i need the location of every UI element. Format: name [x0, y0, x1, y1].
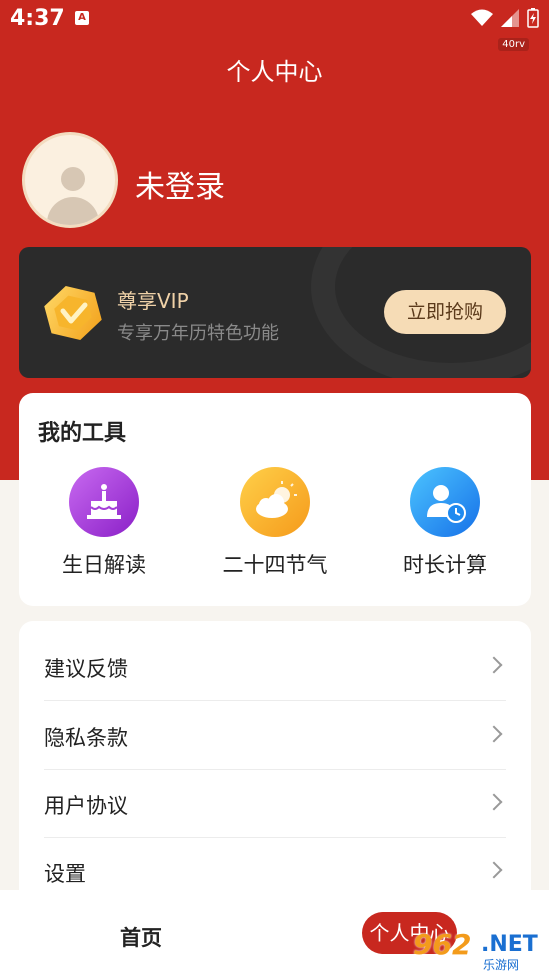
menu-item-privacy[interactable]: 隐私条款	[44, 702, 506, 770]
watermark-net: .NET	[481, 932, 538, 957]
tool-birthday[interactable]: 生日解读	[19, 467, 189, 579]
status-time: 4:37	[10, 6, 65, 31]
menu-label: 隐私条款	[44, 726, 128, 750]
watermark-logo: 962 .NET 乐游网	[413, 928, 543, 972]
chevron-right-icon	[485, 861, 503, 879]
tools-title: 我的工具	[38, 421, 127, 446]
tool-duration-calc[interactable]: 时长计算	[360, 467, 530, 579]
notification-a-icon: A	[75, 11, 89, 25]
avatar-body-icon	[47, 197, 99, 225]
buy-now-button[interactable]: 立即抢购	[384, 290, 506, 334]
avatar-head-icon	[61, 167, 85, 191]
bottom-nav: 首页 个人中心 962 .NET 乐游网	[0, 890, 549, 976]
watermark-number: 962	[413, 928, 472, 961]
tool-label: 生日解读	[62, 553, 146, 577]
vip-title: 尊享VIP	[117, 289, 189, 313]
sun-cloud-icon	[240, 467, 310, 537]
tool-label: 二十四节气	[222, 553, 328, 577]
menu-label: 设置	[44, 862, 86, 886]
chevron-right-icon	[485, 793, 503, 811]
vip-badge-icon	[44, 285, 102, 341]
signal-icon	[501, 9, 519, 27]
menu-item-user-agreement[interactable]: 用户协议	[44, 770, 506, 838]
battery-charging-icon	[527, 8, 539, 28]
menu-card: 建议反馈 隐私条款 用户协议 设置	[19, 621, 531, 911]
menu-item-feedback[interactable]: 建议反馈	[44, 633, 506, 701]
menu-label: 建议反馈	[44, 657, 128, 681]
watermark-sub: 乐游网	[483, 958, 520, 972]
login-status[interactable]: 未登录	[135, 162, 225, 206]
chevron-right-icon	[485, 725, 503, 743]
avatar[interactable]	[22, 132, 118, 228]
tool-solar-terms[interactable]: 二十四节气	[190, 467, 360, 579]
page-title: 个人中心	[226, 58, 323, 86]
chevron-right-icon	[485, 656, 503, 674]
nav-home-tab[interactable]: 首页	[120, 922, 162, 952]
tools-card: 我的工具 生日解读 二十四节气 时长计算	[19, 393, 531, 606]
menu-label: 用户协议	[44, 794, 128, 818]
user-clock-icon	[410, 467, 480, 537]
birthday-cake-icon	[69, 467, 139, 537]
tool-label: 时长计算	[403, 553, 487, 577]
status-bar: 4:37 A 40rv	[0, 0, 549, 51]
wifi-icon	[471, 9, 493, 26]
network-badge: 40rv	[498, 38, 529, 51]
status-icons	[471, 8, 539, 28]
vip-card[interactable]: 尊享VIP 专享万年历特色功能 立即抢购	[19, 247, 531, 378]
vip-description: 专享万年历特色功能	[117, 323, 279, 344]
